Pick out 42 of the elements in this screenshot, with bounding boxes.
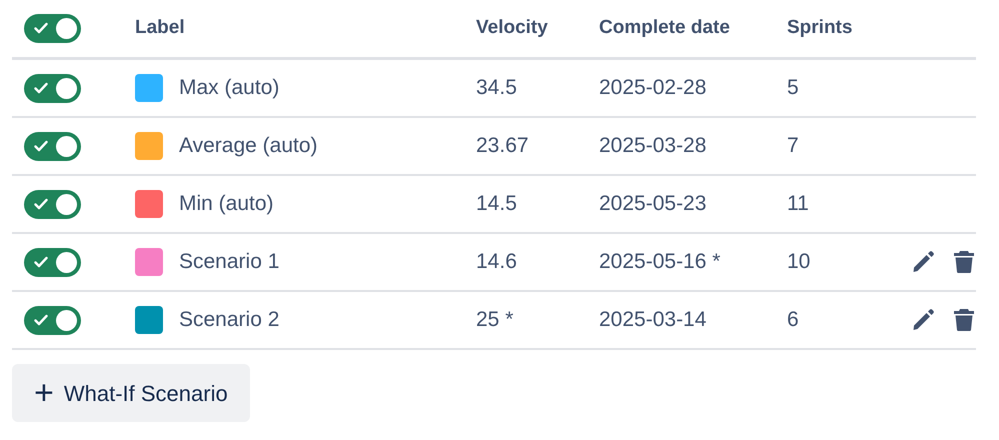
- toggle-switch[interactable]: [24, 248, 81, 276]
- series-label: Average (auto): [179, 133, 318, 160]
- table-cell-text: 14.5: [476, 191, 517, 218]
- table-cell-text: 2025-03-28: [599, 133, 706, 160]
- column-header: Sprints: [787, 16, 852, 40]
- table-cell-text: 2025-05-16 *: [599, 249, 720, 276]
- table-cell-text: 7: [787, 133, 799, 160]
- table-cell-text: 10: [787, 249, 810, 276]
- check-icon: [34, 256, 48, 268]
- check-icon: [34, 82, 48, 94]
- table-cell-text: 14.6: [476, 249, 517, 276]
- trash-icon[interactable]: [953, 250, 975, 274]
- toggle-switch[interactable]: [24, 306, 81, 334]
- check-icon: [34, 140, 48, 152]
- pencil-icon[interactable]: [911, 308, 935, 332]
- pencil-icon[interactable]: [911, 250, 935, 274]
- table-cell-text: 2025-05-23: [599, 191, 706, 218]
- trash-icon[interactable]: [953, 308, 975, 332]
- plus-icon: +: [34, 376, 54, 410]
- toggle-switch[interactable]: [24, 132, 81, 160]
- series-label: Min (auto): [179, 191, 274, 218]
- table-cell-text: 6: [787, 307, 799, 334]
- table-cell-text: 23.67: [476, 133, 529, 160]
- column-header: Velocity: [476, 16, 548, 40]
- check-icon: [34, 22, 48, 34]
- table-cell-text: 11: [787, 191, 809, 218]
- series-label: Max (auto): [179, 75, 280, 102]
- table-cell-text: 25 *: [476, 307, 514, 334]
- toggle-switch[interactable]: [24, 74, 81, 102]
- series-label: Scenario 2: [179, 307, 280, 334]
- add-scenario-button[interactable]: + What-If Scenario: [12, 364, 250, 422]
- table-cell-text: 34.5: [476, 75, 517, 102]
- toggle-switch[interactable]: [24, 190, 81, 218]
- table-cell-text: 2025-02-28: [599, 75, 706, 102]
- check-icon: [34, 314, 48, 326]
- check-icon: [34, 198, 48, 210]
- table-cell-text: 2025-03-14: [599, 307, 706, 334]
- series-label: Scenario 1: [179, 249, 280, 276]
- column-header: Complete date: [599, 16, 730, 40]
- table-cell-text: 5: [787, 75, 799, 102]
- column-header: Label: [135, 16, 185, 40]
- toggle-switch[interactable]: [24, 14, 81, 43]
